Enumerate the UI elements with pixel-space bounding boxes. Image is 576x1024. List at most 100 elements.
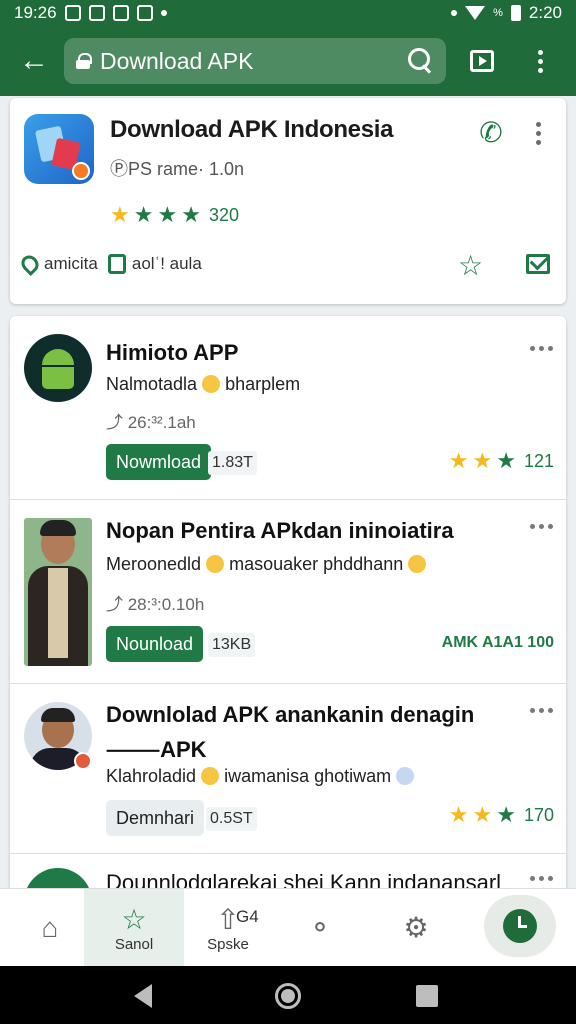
toolbar: ← Download APK [0, 26, 576, 96]
item-size: 13KB [208, 633, 256, 657]
gear-icon: ⚙ [403, 912, 429, 943]
nav-saved-label: Sanol [114, 935, 154, 953]
emoji-icon [201, 767, 220, 785]
star-icon: ★ [448, 802, 469, 827]
download-button[interactable]: Nowmload [106, 444, 212, 480]
search-icon[interactable] [408, 48, 434, 74]
featured-actions: amicita aolʿ! aula [17, 251, 202, 277]
bag-action[interactable]: aolʿ! aula [107, 254, 202, 274]
featured-app-subtitle: ⓅPS rame· 1.0n [110, 159, 245, 179]
more-notifications-icon [160, 10, 167, 16]
item-title: Downlolad APK anankanin denagin [106, 702, 475, 727]
badge-icon [74, 752, 92, 770]
star-icon: ★ [496, 802, 516, 827]
clock-icon [503, 909, 537, 943]
item-title: Himioto APP [106, 340, 239, 365]
rating-count: AMK A1A1 100 [441, 634, 554, 651]
location-pin-icon [17, 251, 43, 277]
tab-button[interactable] [460, 39, 504, 83]
notification-icon [112, 5, 129, 21]
rating-count: 320 [208, 204, 239, 225]
system-back-icon[interactable] [134, 984, 152, 1008]
download-button[interactable]: Nounload [106, 626, 204, 662]
status-time-right: 2:20 [528, 3, 562, 22]
notification-icon [136, 5, 153, 21]
item-desc-a: Nalmotadla [106, 374, 198, 394]
rating-count: 170 [523, 804, 554, 825]
item-description: Klahroladid iwamanisa ghotiwam [106, 766, 415, 787]
star-icon: ★ [472, 448, 493, 473]
item-time: ⤴ 28:³:0.10h [106, 595, 205, 614]
item-description: Meroonedld masouaker phddhann [106, 554, 427, 575]
item-desc-b: masouaker phddhann [229, 554, 404, 574]
app-icon [24, 114, 94, 184]
status-time-left: 19:26 [14, 3, 57, 22]
bag-icon [107, 254, 126, 274]
item-more-button[interactable] [530, 524, 553, 529]
item-rating: ★ ★ ★ 170 [449, 804, 554, 826]
status-left: 19:26 [14, 3, 167, 23]
item-more-button[interactable] [530, 876, 553, 881]
list-item[interactable]: Himioto APP Nalmotadla bharplem ⤴ 26:³².… [10, 316, 566, 500]
status-bar: 19:26 % 2:20 [0, 0, 576, 26]
featured-app-rating: ★ ★ ★ ★ 320 [110, 204, 239, 226]
system-recents-icon[interactable] [416, 985, 438, 1007]
list-item[interactable]: Nopan Pentira APkdan ininoiatira Meroone… [10, 500, 566, 684]
nav-settings[interactable]: ⚙ [366, 889, 466, 967]
featured-more-button[interactable] [536, 122, 541, 145]
download-button[interactable]: Demnhari [106, 800, 205, 836]
favorite-star-icon[interactable]: ☆ [458, 252, 483, 280]
nav-share-badge: G4 [236, 907, 259, 926]
item-size: 1.83T [208, 451, 257, 475]
home-icon: ⌂ [41, 912, 59, 943]
mail-icon[interactable] [526, 254, 550, 274]
notification-icon [88, 5, 105, 21]
overflow-menu-button[interactable] [518, 39, 562, 83]
nav-history[interactable] [484, 895, 556, 957]
more-horiz-icon [530, 876, 553, 881]
system-home-icon[interactable] [275, 983, 301, 1009]
signal-percent: % [493, 7, 503, 19]
app-list: Himioto APP Nalmotadla bharplem ⤴ 26:³².… [10, 316, 566, 896]
star-icon: ★ [448, 448, 469, 473]
battery-icon [510, 5, 521, 21]
emoji-icon [408, 555, 427, 573]
nav-share-label: Spske [207, 935, 249, 953]
item-time: ⤴ 26:³².1ah [106, 413, 196, 432]
item-rating: AMK A1A1 100 [438, 634, 554, 652]
item-description: Nalmotadla bharplem [106, 374, 300, 395]
star-icon: ★ [133, 202, 154, 227]
search-input[interactable]: Download APK [64, 38, 446, 84]
more-horiz-icon [530, 524, 553, 529]
nav-saved[interactable]: ☆ Sanol [84, 889, 184, 967]
item-more-button[interactable] [530, 708, 553, 713]
item-desc-a: Klahroladid [106, 766, 197, 786]
nav-chat[interactable]: ⚬ [270, 889, 370, 967]
featured-app-title: Download APK Indonesia [110, 116, 394, 143]
tab-icon [470, 50, 494, 72]
wifi-icon [465, 6, 486, 20]
android-avatar [24, 334, 92, 402]
list-item[interactable]: Downlolad APK anankanin denagin ⸻APK Kla… [10, 684, 566, 854]
rating-count: 121 [523, 450, 554, 471]
star-icon: ★ [110, 202, 130, 227]
drop-icon [396, 767, 415, 785]
back-arrow-icon[interactable]: ← [12, 39, 56, 83]
item-title-line2: ⸻APK [106, 737, 207, 762]
system-navigation [0, 966, 576, 1024]
star-outline-icon: ☆ [121, 903, 147, 935]
star-icon: ★ [496, 448, 516, 473]
phone-icon[interactable]: ✆ [476, 118, 506, 148]
item-more-button[interactable] [530, 346, 553, 351]
star-icon: ★ [181, 202, 201, 227]
item-size: 0.5ST [206, 807, 257, 831]
search-query: Download APK [100, 47, 254, 74]
featured-app-card[interactable]: Download APK Indonesia ⓅPS rame· 1.0n ★ … [10, 98, 566, 304]
person-photo [24, 518, 92, 666]
item-rating: ★ ★ ★ 121 [449, 450, 554, 472]
star-icon: ★ [472, 802, 493, 827]
location-action[interactable]: amicita [17, 251, 98, 277]
item-desc-b: bharplem [225, 374, 301, 394]
nav-share[interactable]: ⇧ Spske [178, 889, 278, 967]
bag-action-label: aolʿ! aula [131, 254, 202, 273]
